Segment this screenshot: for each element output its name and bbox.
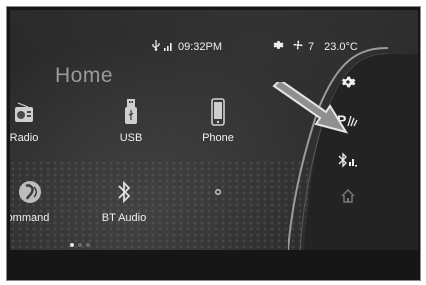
usb-status-icon [152, 40, 160, 54]
tile-label: Command [10, 212, 50, 224]
phone-icon [210, 97, 226, 129]
status-bar-left: 09:32PM [152, 40, 222, 54]
page-dot[interactable] [86, 243, 90, 247]
usb-icon [123, 98, 139, 128]
tile-voice-command[interactable]: Command [10, 178, 58, 224]
callout-arrow-icon [272, 82, 349, 134]
page-dot[interactable] [78, 243, 82, 247]
home-icon [340, 188, 356, 209]
tile-label: Phone [202, 132, 234, 144]
voice-command-icon [18, 178, 42, 209]
tile-phone[interactable]: Phone [198, 97, 238, 144]
page-dot-active[interactable] [70, 243, 74, 247]
infotainment-screen: 09:32PM 7 23.0°C Home Radio USB Phone mm… [10, 10, 418, 250]
empty-slot-icon [214, 187, 222, 199]
tile-empty[interactable] [208, 178, 228, 208]
clock-time: 09:32PM [178, 41, 223, 53]
page-title: Home [55, 64, 114, 87]
settings-gear-status-icon[interactable] [272, 39, 284, 54]
tile-label: BT Audio [101, 212, 147, 224]
bluetooth-icon [117, 180, 131, 207]
tile-bt-audio[interactable]: BT Audio [98, 178, 150, 224]
tile-usb[interactable]: USB [113, 98, 149, 144]
page-indicator [70, 243, 90, 247]
bluetooth-signal-icon [338, 151, 358, 173]
tile-radio[interactable]: Radio [10, 98, 40, 144]
signal-strength-icon [164, 41, 174, 54]
tile-label: Radio [10, 132, 39, 144]
side-bluetooth-button[interactable] [336, 150, 360, 174]
side-home-button[interactable] [336, 186, 360, 210]
tile-label: USB [119, 132, 143, 144]
radio-icon [14, 101, 34, 126]
